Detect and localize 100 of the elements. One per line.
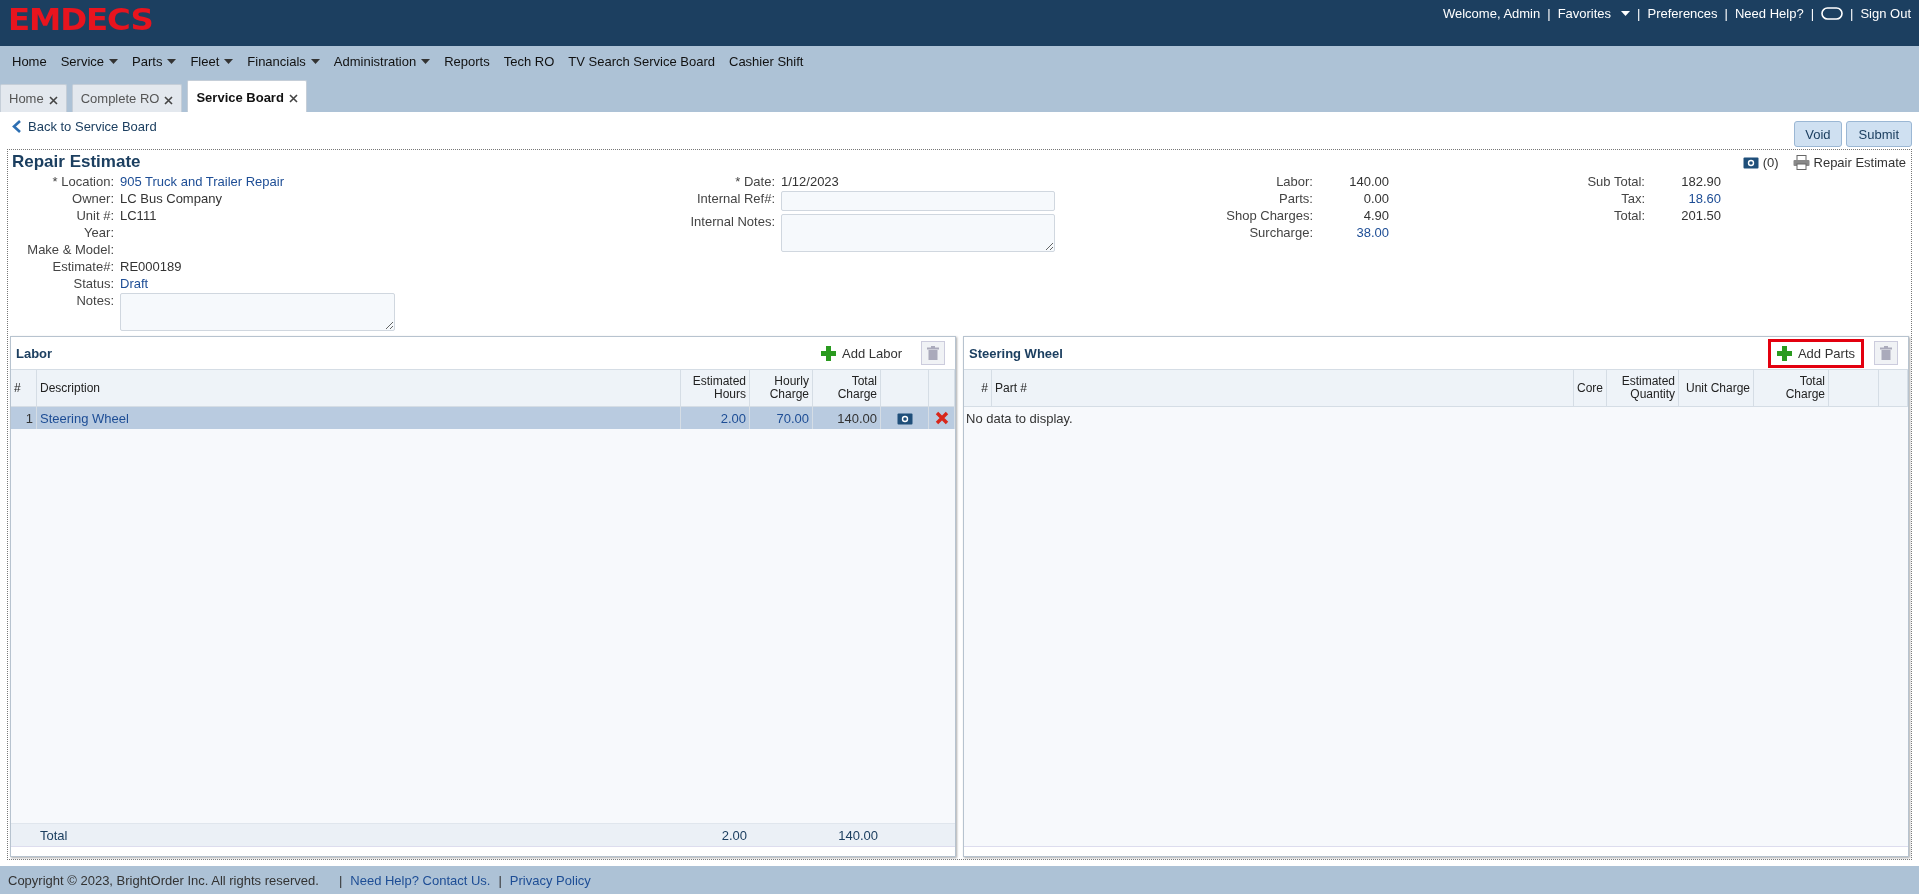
delete-button[interactable] <box>1874 341 1898 365</box>
field-label: Make & Model: <box>26 242 114 258</box>
caret-icon <box>167 58 177 64</box>
text-field[interactable] <box>781 191 1055 211</box>
separator: | <box>338 872 343 888</box>
field-label: Sub Total: <box>1586 174 1645 190</box>
field-label: Unit #: <box>75 208 114 224</box>
caret-icon <box>310 58 320 64</box>
footer-link[interactable]: Privacy Policy <box>509 872 591 888</box>
camera-icon <box>1742 155 1759 169</box>
table-cell: 2.00 <box>681 407 750 429</box>
delete-button[interactable] <box>921 341 945 365</box>
action-button[interactable]: Submit <box>1845 121 1912 147</box>
field-value-link[interactable]: 905 Truck and Trailer Repair <box>120 174 390 190</box>
column-header: Estimated Hours <box>681 370 750 406</box>
photos-link[interactable]: (0) <box>1742 154 1779 170</box>
tab[interactable]: Home <box>0 84 67 112</box>
tab[interactable]: Service Board <box>187 80 307 112</box>
table-cell: 1 <box>11 407 37 429</box>
plus-icon <box>1776 345 1792 361</box>
separator: | <box>1850 6 1854 21</box>
nav-menu-item[interactable]: TV Search Service Board <box>561 53 722 69</box>
nav-menu-item[interactable]: Service <box>53 53 126 69</box>
logo: EMDECS <box>8 1 153 39</box>
field-value: 140.00 <box>1348 174 1389 190</box>
field-label: Total: <box>1612 208 1645 224</box>
nav-menu-item[interactable]: Reports <box>437 53 497 69</box>
column-header: # <box>964 370 992 406</box>
action-button[interactable]: Void <box>1794 121 1842 147</box>
welcome-text: Welcome, Admin <box>1442 6 1541 21</box>
table-row[interactable]: 1 Steering Wheel 2.00 70.00 140.00 <box>11 407 955 429</box>
separator: | <box>1810 6 1814 21</box>
field-label: * Location: <box>51 174 114 190</box>
add-button[interactable]: Add Labor <box>812 338 911 368</box>
footer-link[interactable]: Need Help? Contact Us. <box>350 872 491 888</box>
tab[interactable]: Complete RO <box>71 84 183 112</box>
field-value-link[interactable]: Draft <box>120 276 390 292</box>
panel-title: Steering Wheel <box>969 345 1063 361</box>
nav-menu-item[interactable]: Financials <box>240 53 327 69</box>
nav-menu-item[interactable]: Fleet <box>183 53 241 69</box>
close-icon <box>48 95 58 105</box>
column-header: Total Charge <box>813 370 881 406</box>
header-link[interactable]: Preferences <box>1647 6 1718 21</box>
total-hours: 2.00 <box>720 826 748 845</box>
notes-field[interactable] <box>120 293 395 331</box>
column-header: # <box>11 370 37 406</box>
chat-bubble-icon <box>1821 7 1843 20</box>
field-label: Tax: <box>1620 191 1645 207</box>
field-label: Parts: <box>1278 191 1313 207</box>
field-value: LC111 <box>120 208 158 224</box>
field-label: Surcharge: <box>1248 225 1313 241</box>
table-cell: 70.00 <box>750 407 813 429</box>
panel-title: Labor <box>16 345 53 361</box>
separator: | <box>1724 6 1728 21</box>
camera-icon <box>896 411 913 425</box>
print-link[interactable]: Repair Estimate <box>1792 154 1906 170</box>
nav-menu-item[interactable]: Parts <box>125 53 184 69</box>
header-link[interactable]: Need Help? <box>1734 6 1804 21</box>
total-label: Total <box>39 826 69 845</box>
field-value: 4.90 <box>1362 208 1389 224</box>
close-icon <box>288 94 298 103</box>
table-cell: 140.00 <box>813 407 881 429</box>
header-link[interactable]: Sign Out <box>1860 6 1911 21</box>
printer-icon <box>1792 154 1810 170</box>
favorites-menu[interactable]: Favorites <box>1557 6 1631 21</box>
field-value: 201.50 <box>1680 208 1721 224</box>
nav-menu-item[interactable]: Cashier Shift <box>722 53 811 69</box>
caret-icon <box>224 58 234 64</box>
separator: | <box>1637 6 1641 21</box>
trash-icon <box>927 346 939 360</box>
field-label: Estimate#: <box>51 259 114 275</box>
column-header: Hourly Charge <box>750 370 813 406</box>
field-value-link[interactable]: 38.00 <box>1319 225 1389 241</box>
back-link[interactable]: Back to Service Board <box>7 115 157 134</box>
nav-menu-item[interactable]: Administration <box>326 53 438 69</box>
field-label: Internal Ref#: <box>695 191 775 208</box>
field-label: Labor: <box>1275 174 1313 190</box>
add-button[interactable]: Add Parts <box>1767 338 1864 368</box>
total-charge: 140.00 <box>837 826 879 845</box>
field-label: Owner: <box>71 191 114 207</box>
column-header: Total Charge <box>1754 370 1829 406</box>
field-value: 182.90 <box>1680 174 1721 190</box>
column-header: Part # <box>992 370 1574 406</box>
nav-menu-item[interactable]: Tech RO <box>496 53 562 69</box>
caret-icon <box>109 58 119 64</box>
field-value-link[interactable]: 18.60 <box>1651 191 1721 207</box>
notes-field[interactable] <box>781 214 1055 252</box>
field-value: 0.00 <box>1362 191 1389 207</box>
field-label: * Date: <box>734 174 775 190</box>
column-header: Core <box>1574 370 1607 406</box>
page-title: Repair Estimate <box>12 151 141 172</box>
copyright-text: Copyright © 2023, BrightOrder Inc. All rights reserved. <box>8 872 319 888</box>
separator: | <box>1547 6 1551 21</box>
caret-icon <box>421 58 431 64</box>
nav-menu-item[interactable]: Home <box>5 53 54 69</box>
empty-message: No data to display. <box>965 410 1074 428</box>
column-header: Unit Charge <box>1679 370 1754 406</box>
field-value: LC Bus Company <box>120 191 223 207</box>
chevron-left-icon <box>12 120 22 133</box>
field-label: Status: <box>72 276 114 292</box>
